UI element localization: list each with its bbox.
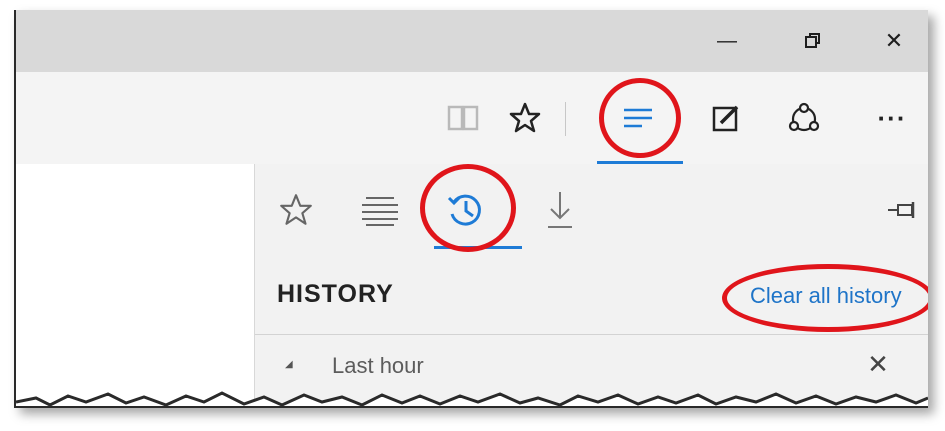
torn-paper-edge bbox=[16, 391, 928, 406]
browser-window: — ✕ ··· HISTORY Clear all history ◢ Last… bbox=[14, 10, 928, 408]
